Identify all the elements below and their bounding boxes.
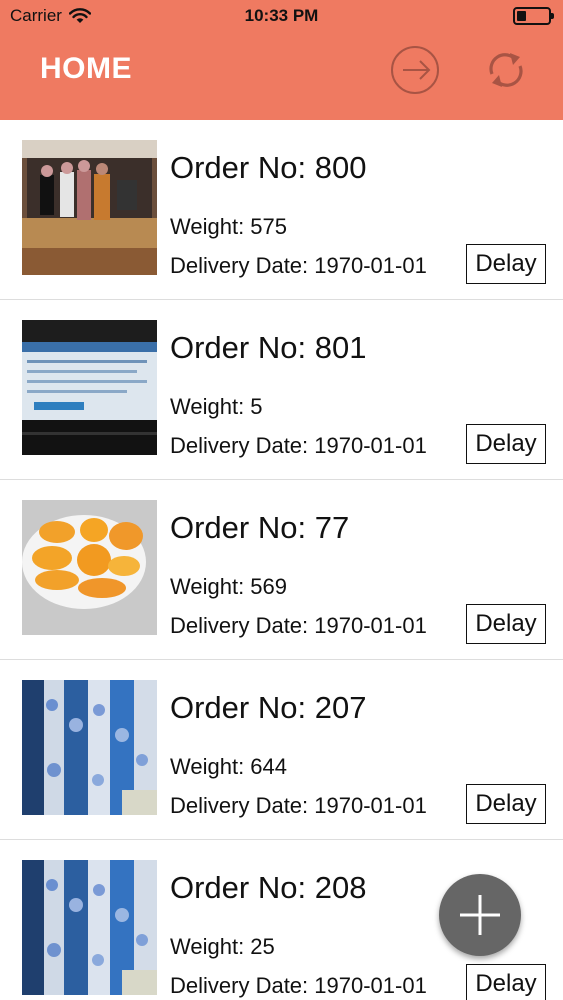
order-row[interactable]: Order No: 207 Weight: 644 Delivery Date:… — [0, 660, 563, 840]
group-photo — [22, 140, 157, 275]
order-thumbnail-group-photo — [22, 140, 157, 275]
status-time: 10:33 PM — [244, 6, 319, 25]
order-thumbnail-curtain-photo — [22, 680, 157, 815]
delay-button[interactable]: Delay — [466, 424, 546, 464]
order-weight: Weight: 569 — [170, 574, 288, 599]
app-header: Carrier 10:33 PM HOME — [0, 0, 563, 120]
delay-button[interactable]: Delay — [466, 784, 546, 824]
order-thumbnail-computer-screen-photo — [22, 320, 157, 455]
order-row[interactable]: Order No: 801 Weight: 5 Delivery Date: 1… — [0, 300, 563, 480]
order-thumbnail-orange-slices-photo — [22, 500, 157, 635]
curtain-photo — [22, 680, 157, 815]
order-row[interactable]: Order No: 77 Weight: 569 Delivery Date: … — [0, 480, 563, 660]
battery-icon — [513, 7, 554, 25]
order-weight: Weight: 5 — [170, 394, 263, 419]
delivery-date: Delivery Date: 1970-01-01 — [170, 613, 427, 638]
delivery-date: Delivery Date: 1970-01-01 — [170, 253, 427, 278]
order-weight: Weight: 575 — [170, 214, 288, 239]
status-bar: Carrier 10:33 PM — [0, 0, 563, 32]
plus-icon — [460, 895, 500, 935]
order-thumbnail-curtain-photo — [22, 860, 157, 995]
delay-button[interactable]: Delay — [466, 244, 546, 284]
order-weight: Weight: 25 — [170, 934, 275, 959]
delay-button[interactable]: Delay — [466, 604, 546, 644]
order-row[interactable]: Order No: 800 Weight: 575 Delivery Date:… — [0, 120, 563, 300]
orders-list: Order No: 800 Weight: 575 Delivery Date:… — [0, 120, 563, 1000]
computer-screen-photo — [22, 320, 157, 455]
delivery-date: Delivery Date: 1970-01-01 — [170, 973, 427, 998]
order-number: Order No: 208 — [170, 870, 367, 905]
order-number: Order No: 207 — [170, 690, 367, 725]
orange-slices-photo — [22, 500, 157, 635]
page-title: HOME — [40, 52, 132, 85]
home-screen: Carrier 10:33 PM HOME Order No: 800 Weig… — [0, 0, 563, 1000]
logout-icon — [391, 46, 439, 94]
refresh-button[interactable] — [480, 44, 532, 96]
logout-button[interactable] — [389, 44, 441, 96]
add-order-button[interactable] — [439, 874, 521, 956]
delivery-date: Delivery Date: 1970-01-01 — [170, 433, 427, 458]
refresh-icon — [489, 53, 523, 87]
curtain-photo — [22, 860, 157, 995]
order-number: Order No: 800 — [170, 150, 367, 185]
delivery-date: Delivery Date: 1970-01-01 — [170, 793, 427, 818]
delay-button[interactable]: Delay — [466, 964, 546, 1000]
order-weight: Weight: 644 — [170, 754, 288, 779]
order-number: Order No: 801 — [170, 330, 367, 365]
order-number: Order No: 77 — [170, 510, 350, 545]
